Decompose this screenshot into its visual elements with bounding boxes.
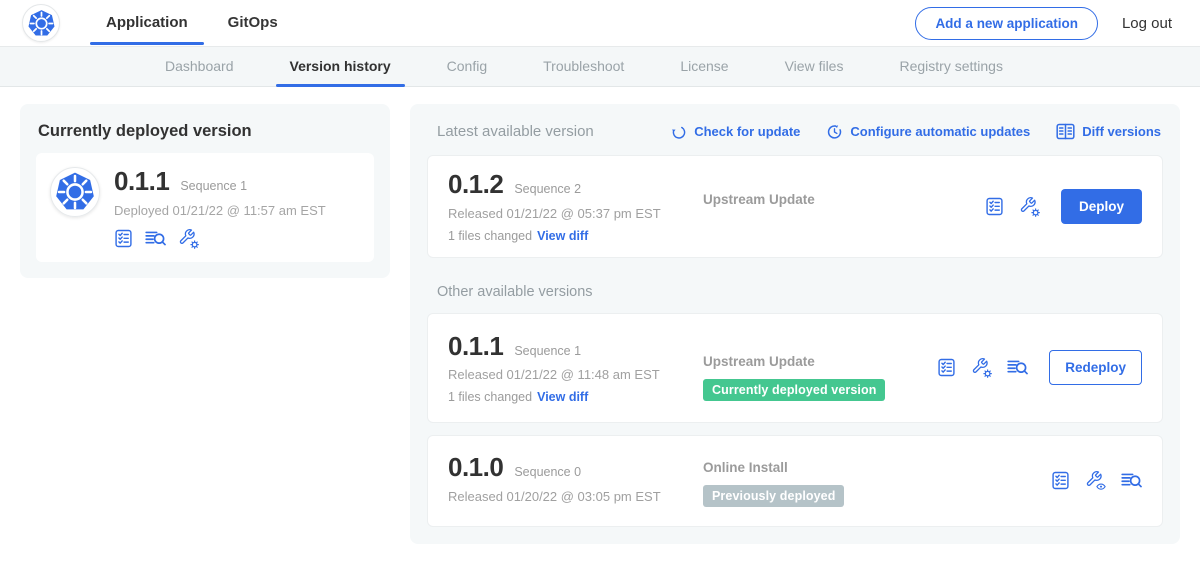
configure-automatic-updates-link[interactable]: Configure automatic updates: [826, 123, 1030, 140]
version-number: 0.1.0: [448, 453, 503, 482]
other-versions-header: Other available versions: [437, 284, 1161, 300]
version-history-panel: Latest available version Check for updat…: [410, 104, 1180, 544]
files-changed-label: 1 files changed: [448, 390, 532, 404]
latest-version-header: Latest available version: [437, 123, 594, 140]
subnav-license[interactable]: License: [666, 47, 742, 86]
subnav-registry-settings[interactable]: Registry settings: [885, 47, 1016, 86]
version-number: 0.1.1: [448, 332, 503, 361]
edit-config-icon[interactable]: [1019, 196, 1040, 217]
sequence-label: Sequence 0: [514, 465, 581, 479]
version-card-0-1-0: 0.1.0 Sequence 0 Released 01/20/22 @ 03:…: [427, 435, 1163, 527]
subnav-view-files[interactable]: View files: [771, 47, 858, 86]
currently-deployed-badge: Currently deployed version: [703, 379, 885, 401]
logout-button[interactable]: Log out: [1122, 15, 1178, 32]
deployed-version-number: 0.1.1: [114, 167, 169, 196]
tab-gitops[interactable]: GitOps: [212, 0, 294, 46]
diff-versions-label: Diff versions: [1082, 124, 1161, 139]
deployed-timestamp: Deployed 01/21/22 @ 11:57 am EST: [114, 203, 326, 218]
preflight-results-icon[interactable]: [1121, 471, 1142, 490]
edit-config-icon[interactable]: [971, 357, 992, 378]
version-source-label: Upstream Update: [703, 354, 937, 369]
add-application-button[interactable]: Add a new application: [915, 7, 1098, 40]
previously-deployed-badge: Previously deployed: [703, 485, 844, 507]
preflight-results-icon[interactable]: [145, 229, 166, 248]
version-number: 0.1.2: [448, 170, 503, 199]
release-notes-icon[interactable]: [114, 229, 133, 248]
redeploy-button[interactable]: Redeploy: [1049, 350, 1142, 385]
top-nav: Application GitOps Add a new application…: [0, 0, 1200, 46]
subnav-dashboard[interactable]: Dashboard: [151, 47, 248, 86]
tab-application[interactable]: Application: [90, 0, 204, 46]
currently-deployed-panel: Currently deployed version 0.1.1 Sequenc…: [20, 104, 390, 278]
released-timestamp: Released 01/21/22 @ 05:37 pm EST: [448, 206, 703, 221]
sequence-label: Sequence 2: [514, 182, 581, 196]
release-notes-icon[interactable]: [937, 358, 956, 377]
files-changed-label: 1 files changed: [448, 229, 532, 243]
deployed-panel-title: Currently deployed version: [38, 122, 374, 141]
released-timestamp: Released 01/21/22 @ 11:48 am EST: [448, 367, 703, 382]
release-notes-icon[interactable]: [985, 197, 1004, 216]
subnav-config[interactable]: Config: [433, 47, 501, 86]
check-for-update-label: Check for update: [694, 124, 800, 139]
refresh-icon: [671, 124, 687, 140]
app-kubernetes-logo: [50, 167, 100, 217]
kubernetes-logo[interactable]: [22, 4, 60, 42]
deployed-version-card: 0.1.1 Sequence 1 Deployed 01/21/22 @ 11:…: [36, 153, 374, 262]
version-source-label: Upstream Update: [703, 192, 985, 207]
view-diff-link[interactable]: View diff: [537, 390, 588, 404]
configure-automatic-updates-label: Configure automatic updates: [850, 124, 1030, 139]
deploy-button[interactable]: Deploy: [1061, 189, 1142, 224]
version-card-0-1-2: 0.1.2 Sequence 2 Released 01/21/22 @ 05:…: [427, 155, 1163, 258]
release-notes-icon[interactable]: [1051, 471, 1070, 490]
main-content: Currently deployed version 0.1.1 Sequenc…: [0, 87, 1200, 561]
diff-versions-link[interactable]: Diff versions: [1056, 123, 1161, 140]
released-timestamp: Released 01/20/22 @ 03:05 pm EST: [448, 489, 703, 504]
subnav-troubleshoot[interactable]: Troubleshoot: [529, 47, 638, 86]
sequence-label: Sequence 1: [514, 344, 581, 358]
app-sub-nav: Dashboard Version history Config Trouble…: [0, 46, 1200, 87]
view-config-icon[interactable]: [1085, 470, 1106, 491]
subnav-version-history[interactable]: Version history: [276, 47, 405, 86]
diff-columns-icon: [1056, 123, 1075, 140]
preflight-results-icon[interactable]: [1007, 358, 1028, 377]
view-diff-link[interactable]: View diff: [537, 229, 588, 243]
auto-update-clock-icon: [826, 123, 843, 140]
version-card-0-1-1: 0.1.1 Sequence 1 Released 01/21/22 @ 11:…: [427, 313, 1163, 424]
check-for-update-link[interactable]: Check for update: [671, 124, 800, 140]
deployed-sequence-label: Sequence 1: [180, 179, 247, 193]
version-source-label: Online Install: [703, 460, 1051, 475]
edit-config-icon[interactable]: [178, 228, 199, 249]
